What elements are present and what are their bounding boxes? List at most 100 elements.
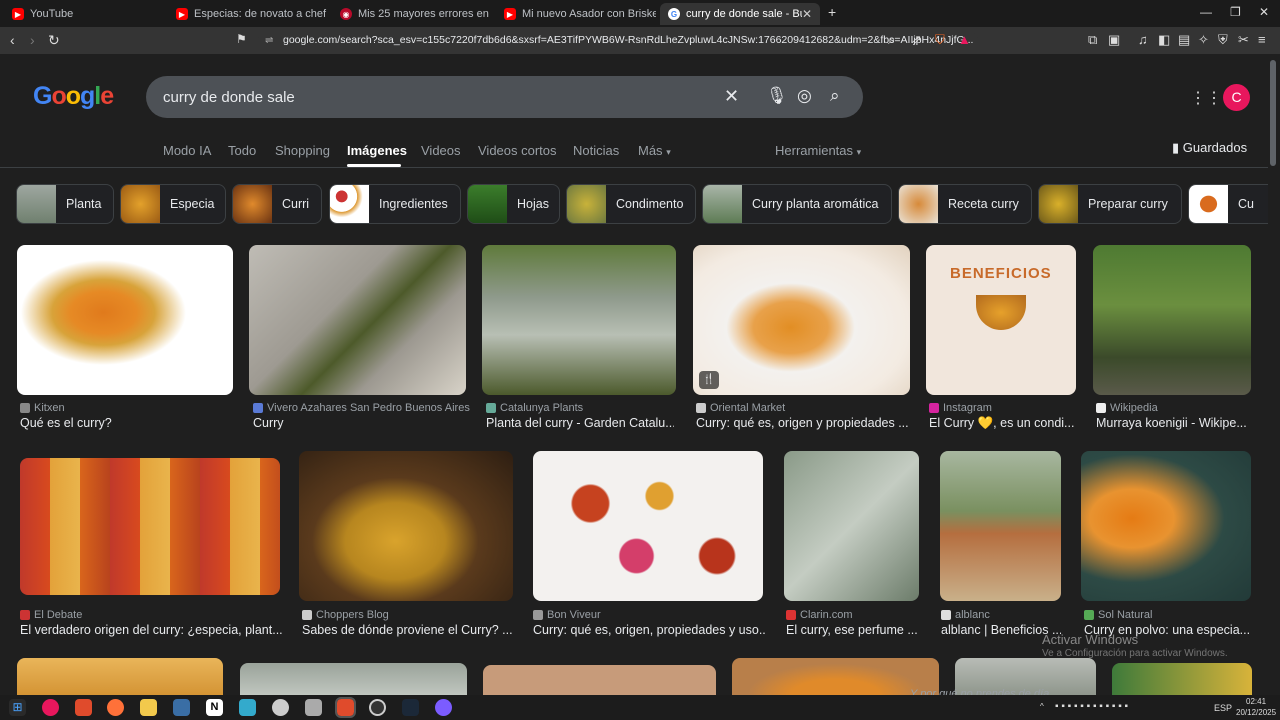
tab-videos-cortos[interactable]: Videos cortos <box>478 143 557 158</box>
menu-icon[interactable]: ≡ <box>1258 32 1266 47</box>
result-source[interactable]: Vivero Azahares San Pedro Buenos Aires <box>253 402 470 414</box>
chip-receta-curry[interactable]: Receta curry <box>898 184 1032 224</box>
forward-icon[interactable]: › <box>30 32 35 48</box>
music-icon[interactable]: ♫ <box>1138 32 1148 47</box>
result-title[interactable]: El verdadero origen del curry: ¿especia,… <box>20 623 282 637</box>
result-source[interactable]: Catalunya Plants <box>486 402 583 414</box>
result-image[interactable] <box>784 451 919 601</box>
result-title[interactable]: Murraya koenigii - Wikipe... <box>1096 416 1248 430</box>
result-image[interactable] <box>20 458 280 595</box>
result-image[interactable] <box>483 665 716 695</box>
result-image[interactable] <box>940 451 1061 601</box>
obs-icon[interactable] <box>369 699 386 716</box>
firefox-icon[interactable] <box>107 699 124 716</box>
scrollbar[interactable] <box>1270 60 1276 166</box>
saved-button[interactable]: ▮ Guardados <box>1172 140 1247 156</box>
language-indicator[interactable]: ESP <box>1214 703 1232 713</box>
tray-chevron-icon[interactable]: ^ <box>1040 702 1044 711</box>
result-title[interactable]: Sabes de dónde proviene el Curry? ... <box>302 623 514 637</box>
result-source[interactable]: Wikipedia <box>1096 402 1158 414</box>
search-input[interactable]: curry de donde sale <box>163 89 295 106</box>
search-icon[interactable]: ⌕ <box>830 86 840 106</box>
url-field[interactable]: ⇌ google.com/search?sca_esv=c155c7220f7d… <box>258 31 978 50</box>
result-title[interactable]: Curry: qué es, origen, propiedades y uso… <box>533 623 765 637</box>
search-box[interactable]: curry de donde sale ✕ 🎙 ◎ ⌕ <box>146 76 863 118</box>
result-title[interactable]: Qué es el curry? <box>20 416 230 430</box>
brave-icon[interactable] <box>75 699 92 716</box>
tab-errores[interactable]: ◉ Mis 25 mayores errores en la cocina <box>332 3 492 25</box>
clock-time[interactable]: 02:41 <box>1246 697 1266 706</box>
result-source[interactable]: Choppers Blog <box>302 609 389 621</box>
zoom-icon[interactable]: ⌕ <box>888 32 895 48</box>
result-title[interactable]: El curry, ese perfume ... <box>786 623 920 637</box>
tab-youtube[interactable]: ▶ YouTube <box>4 3 164 25</box>
result-image[interactable]: 🍴 <box>693 245 910 395</box>
google-logo[interactable]: Google <box>33 82 114 111</box>
vpn-icon[interactable]: ⛨ <box>1218 32 1228 48</box>
share-icon[interactable]: ⇗ <box>911 32 922 48</box>
tab-todo[interactable]: Todo <box>228 143 256 158</box>
tab-asador[interactable]: ▶ Mi nuevo Asador con Brisket Ahumado <box>496 3 656 25</box>
result-image[interactable] <box>1112 663 1252 695</box>
result-image[interactable] <box>17 245 233 395</box>
app-icon[interactable] <box>239 699 256 716</box>
result-image[interactable] <box>1093 245 1251 395</box>
result-image[interactable] <box>1081 451 1251 601</box>
result-image[interactable] <box>533 451 763 601</box>
result-image[interactable] <box>732 658 939 695</box>
tab-videos[interactable]: Videos <box>421 143 461 158</box>
app-icon[interactable] <box>272 699 289 716</box>
chip-hojas[interactable]: Hojas <box>467 184 560 224</box>
site-info-icon[interactable]: ⇌ <box>265 31 273 50</box>
restore-icon[interactable]: ❐ <box>1230 5 1241 19</box>
result-source[interactable]: Bon Viveur <box>533 609 601 621</box>
result-title[interactable]: Curry: qué es, origen y propiedades ... <box>696 416 908 430</box>
extension-icon[interactable]: ⧉ <box>1088 32 1097 48</box>
result-source[interactable]: El Debate <box>20 609 82 621</box>
minimize-icon[interactable]: — <box>1200 5 1212 19</box>
chip-condimento[interactable]: Condimento <box>566 184 696 224</box>
chip-especia[interactable]: Especia <box>120 184 226 224</box>
clock-date[interactable]: 20/12/2025 <box>1236 708 1276 717</box>
result-source[interactable]: Kitxen <box>20 402 65 414</box>
notion-icon[interactable]: N <box>206 699 223 716</box>
new-tab-button[interactable]: + <box>828 4 836 20</box>
leo-icon[interactable]: ✧ <box>1198 32 1209 48</box>
extension-icon[interactable]: ▣ <box>1108 32 1120 48</box>
result-title[interactable]: Planta del curry - Garden Catalu... <box>486 416 674 430</box>
windows-start-icon[interactable]: ⊞ <box>9 699 26 716</box>
tab-especias[interactable]: ▶ Especias: de novato a chef - YouTube <box>168 3 328 25</box>
tab-noticias[interactable]: Noticias <box>573 143 619 158</box>
result-image[interactable] <box>299 451 513 601</box>
result-source[interactable]: Oriental Market <box>696 402 785 414</box>
reload-icon[interactable]: ↻ <box>48 32 60 49</box>
chip-planta[interactable]: Planta <box>16 184 114 224</box>
clear-icon[interactable]: ✕ <box>724 86 739 107</box>
sidebar-icon[interactable]: ◧ <box>1158 32 1170 48</box>
tab-imagenes[interactable]: Imágenes <box>347 143 407 158</box>
app-icon[interactable] <box>435 699 452 716</box>
result-source[interactable]: Instagram <box>929 402 992 414</box>
brave-shield-icon[interactable]: ⛉ <box>935 32 945 48</box>
back-icon[interactable]: ‹ <box>10 32 15 48</box>
steam-icon[interactable] <box>402 699 419 716</box>
app-icon[interactable] <box>305 699 322 716</box>
tray-icons[interactable]: ▪ ▪ ▪ ▪ ▪ ▪ ▪ ▪ ▪ ▪ ▪ ▪ <box>1055 701 1128 712</box>
chip-curri[interactable]: Curri <box>232 184 322 224</box>
calculator-icon[interactable] <box>173 699 190 716</box>
bookmark-icon[interactable]: ⚑ <box>236 32 247 46</box>
tab-mas[interactable]: Más ▾ <box>638 143 671 158</box>
chip-curry-planta-aromatica[interactable]: Curry planta aromática <box>702 184 892 224</box>
avatar[interactable]: C <box>1223 84 1250 111</box>
tools-button[interactable]: Herramientas ▾ <box>775 143 861 158</box>
camera-icon[interactable]: ◎ <box>797 86 812 106</box>
app-icon[interactable] <box>42 699 59 716</box>
result-source[interactable]: Sol Natural <box>1084 609 1152 621</box>
result-title[interactable]: El Curry 💛, es un condi... <box>929 416 1077 431</box>
result-image[interactable]: BENEFICIOS <box>926 245 1076 395</box>
mic-icon[interactable]: 🎙 <box>766 86 788 106</box>
tab-modo-ia[interactable]: Modo IA <box>163 143 211 158</box>
tools-icon[interactable]: ✂ <box>1238 32 1249 48</box>
tab-google-search[interactable]: G curry de donde sale - Buscar con Googl… <box>660 3 820 25</box>
result-title[interactable]: Curry <box>253 416 463 430</box>
